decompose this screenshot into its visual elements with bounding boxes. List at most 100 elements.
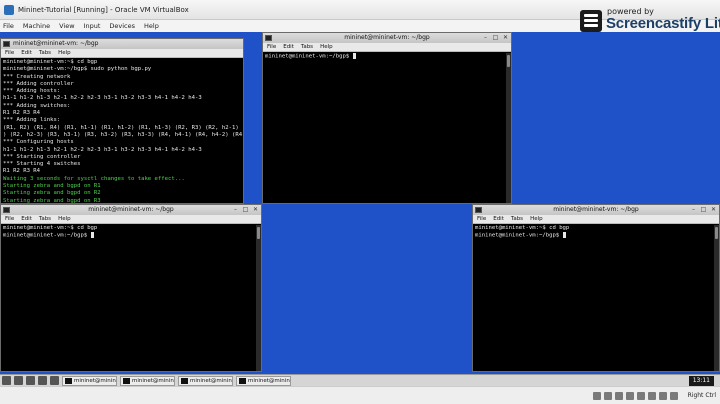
minimize-icon[interactable]: – [482, 34, 489, 41]
terminal-line: R1 R2 R3 R4 [3, 110, 41, 117]
terminal-menubar: File Edit Tabs Help [263, 43, 511, 52]
maximize-icon[interactable]: □ [700, 206, 707, 213]
terminal-titlebar[interactable]: mininet@mininet-vm: ~/bgp [1, 39, 243, 49]
terminal-menu-edit[interactable]: Edit [21, 50, 32, 56]
terminal-menu-help[interactable]: Help [320, 44, 333, 50]
menu-file[interactable]: File [3, 22, 14, 30]
window-title: Mininet-Tutorial [Running] - Oracle VM V… [18, 5, 189, 14]
terminal-menu-tabs[interactable]: Tabs [39, 216, 51, 222]
text-cursor [90, 232, 94, 239]
terminal-line: *** Adding switches: [3, 102, 71, 109]
taskbar-item[interactable]: mininet@mininet... [120, 375, 175, 386]
terminal-titlebar[interactable]: mininet@mininet-vm: ~/bgp – □ ✕ [473, 205, 719, 215]
menu-help[interactable]: Help [144, 22, 159, 30]
terminal-output[interactable]: mininet@mininet-vm:~$ cd bgp mininet@mini… [1, 58, 244, 203]
start-menu-icon[interactable] [2, 376, 11, 385]
terminal-line: *** Starting 4 switches [3, 161, 81, 168]
terminal-scrollbar[interactable] [714, 225, 719, 371]
terminal-window-bottom-right[interactable]: mininet@mininet-vm: ~/bgp – □ ✕ File Edi… [472, 204, 720, 372]
terminal-menu-file[interactable]: File [5, 216, 14, 222]
scrollbar-thumb[interactable] [507, 55, 510, 67]
usb-icon[interactable] [637, 392, 645, 400]
terminal-menu-file[interactable]: File [5, 50, 14, 56]
terminal-icon [3, 207, 10, 213]
close-icon[interactable]: ✕ [710, 206, 717, 213]
virtualbox-app-icon [4, 4, 14, 15]
terminal-line: (R1, R2) (R1, R4) (R1, h1-1) (R1, h1-2) … [3, 124, 243, 131]
terminal-menu-edit[interactable]: Edit [493, 216, 504, 222]
maximize-icon[interactable]: □ [492, 34, 499, 41]
terminal-title: mininet@mininet-vm: ~/bgp [13, 40, 99, 47]
terminal-menu-tabs[interactable]: Tabs [511, 216, 523, 222]
terminal-title: mininet@mininet-vm: ~/bgp [553, 206, 639, 213]
maximize-icon[interactable]: □ [242, 206, 249, 213]
terminal-window-main[interactable]: mininet@mininet-vm: ~/bgp File Edit Tabs… [0, 38, 244, 204]
terminal-menu-file[interactable]: File [267, 44, 276, 50]
scrollbar-thumb[interactable] [715, 227, 718, 239]
menu-input[interactable]: Input [84, 22, 101, 30]
terminal-titlebar[interactable]: mininet@mininet-vm: ~/bgp – □ ✕ [1, 205, 261, 215]
terminal-window-bottom-left[interactable]: mininet@mininet-vm: ~/bgp – □ ✕ File Edi… [0, 204, 262, 372]
terminal-window-top-right[interactable]: mininet@mininet-vm: ~/bgp – □ ✕ File Edi… [262, 32, 512, 204]
show-desktop-icon[interactable] [50, 376, 59, 385]
terminal-output[interactable]: mininet@mininet-vm:~$ cd bgp mininet@mini… [473, 224, 719, 241]
terminal-menubar: File Edit Tabs Help [473, 215, 719, 224]
terminal-titlebar[interactable]: mininet@mininet-vm: ~/bgp – □ ✕ [263, 33, 511, 43]
screencastify-logo-icon [580, 10, 602, 32]
close-icon[interactable]: ✕ [252, 206, 259, 213]
display-icon[interactable] [659, 392, 667, 400]
terminal-output[interactable]: mininet@mininet-vm:~$ cd bgp mininet@mini… [1, 224, 261, 241]
terminal-menu-edit[interactable]: Edit [21, 216, 32, 222]
terminal-line: ) (R2, h2-3) (R3, h3-1) (R3, h3-2) (R3, … [3, 131, 244, 138]
terminal-menubar: File Edit Tabs Help [1, 49, 243, 58]
terminal-title: mininet@mininet-vm: ~/bgp [88, 206, 174, 213]
hdd-status-icon[interactable] [593, 392, 601, 400]
text-cursor [352, 53, 356, 59]
terminal-line: h1-1 h1-2 h1-3 h2-1 h2-2 h2-3 h3-1 h3-2 … [3, 146, 202, 153]
terminal-output[interactable]: mininet@mininet-vm:~/bgp$ [263, 52, 511, 62]
taskbar-clock[interactable]: 13:11 [688, 376, 714, 386]
minimize-icon[interactable]: – [690, 206, 697, 213]
file-manager-icon[interactable] [14, 376, 23, 385]
terminal-line: *** Configuring hosts [3, 139, 74, 146]
terminal-line: *** Adding controller [3, 80, 74, 87]
shared-folder-icon[interactable] [648, 392, 656, 400]
taskbar-item[interactable]: mininet@mininet... [178, 375, 233, 386]
terminal-line: mininet@mininet-vm:~/bgp$ [475, 232, 717, 240]
minimize-icon[interactable]: – [232, 206, 239, 213]
terminal-line: *** Adding hosts: [3, 88, 61, 95]
terminal-menu-help[interactable]: Help [58, 50, 71, 56]
optical-drive-icon[interactable] [604, 392, 612, 400]
terminal-scrollbar[interactable] [256, 225, 261, 371]
menu-machine[interactable]: Machine [23, 22, 50, 30]
network-icon[interactable] [626, 392, 634, 400]
terminal-menu-help[interactable]: Help [530, 216, 543, 222]
terminal-line: *** Adding links: [3, 117, 61, 124]
taskbar-item[interactable]: mininet@mininet... [62, 375, 117, 386]
terminal-line: h1-1 h1-2 h1-3 h2-1 h2-2 h2-3 h3-1 h3-2 … [3, 95, 202, 102]
terminal-line: *** Creating network [3, 73, 71, 80]
scrollbar-thumb[interactable] [257, 227, 260, 239]
terminal-launcher-icon[interactable] [38, 376, 47, 385]
terminal-menu-file[interactable]: File [477, 216, 486, 222]
terminal-menu-tabs[interactable]: Tabs [301, 44, 313, 50]
terminal-menubar: File Edit Tabs Help [1, 215, 261, 224]
terminal-title: mininet@mininet-vm: ~/bgp [344, 34, 430, 41]
browser-icon[interactable] [26, 376, 35, 385]
terminal-line: Starting zebra and bgpd on R1 [3, 183, 101, 190]
menu-view[interactable]: View [59, 22, 74, 30]
terminal-menu-tabs[interactable]: Tabs [39, 50, 51, 56]
terminal-line: *** Starting controller [3, 153, 81, 160]
terminal-menu-help[interactable]: Help [58, 216, 71, 222]
terminal-line: Waiting 3 seconds for sysctl changes to … [3, 175, 185, 182]
terminal-line: mininet@mininet-vm:~$ cd bgp [475, 225, 570, 231]
terminal-scrollbar[interactable] [506, 53, 511, 203]
audio-icon[interactable] [615, 392, 623, 400]
menu-devices[interactable]: Devices [109, 22, 135, 30]
host-key-label: Right Ctrl [687, 392, 716, 399]
taskbar-item[interactable]: mininet@mininet... [236, 375, 291, 386]
close-icon[interactable]: ✕ [502, 34, 509, 41]
terminal-menu-edit[interactable]: Edit [283, 44, 294, 50]
watermark-brand: Screencastify Lite [606, 15, 720, 32]
mouse-integration-icon[interactable] [670, 392, 678, 400]
